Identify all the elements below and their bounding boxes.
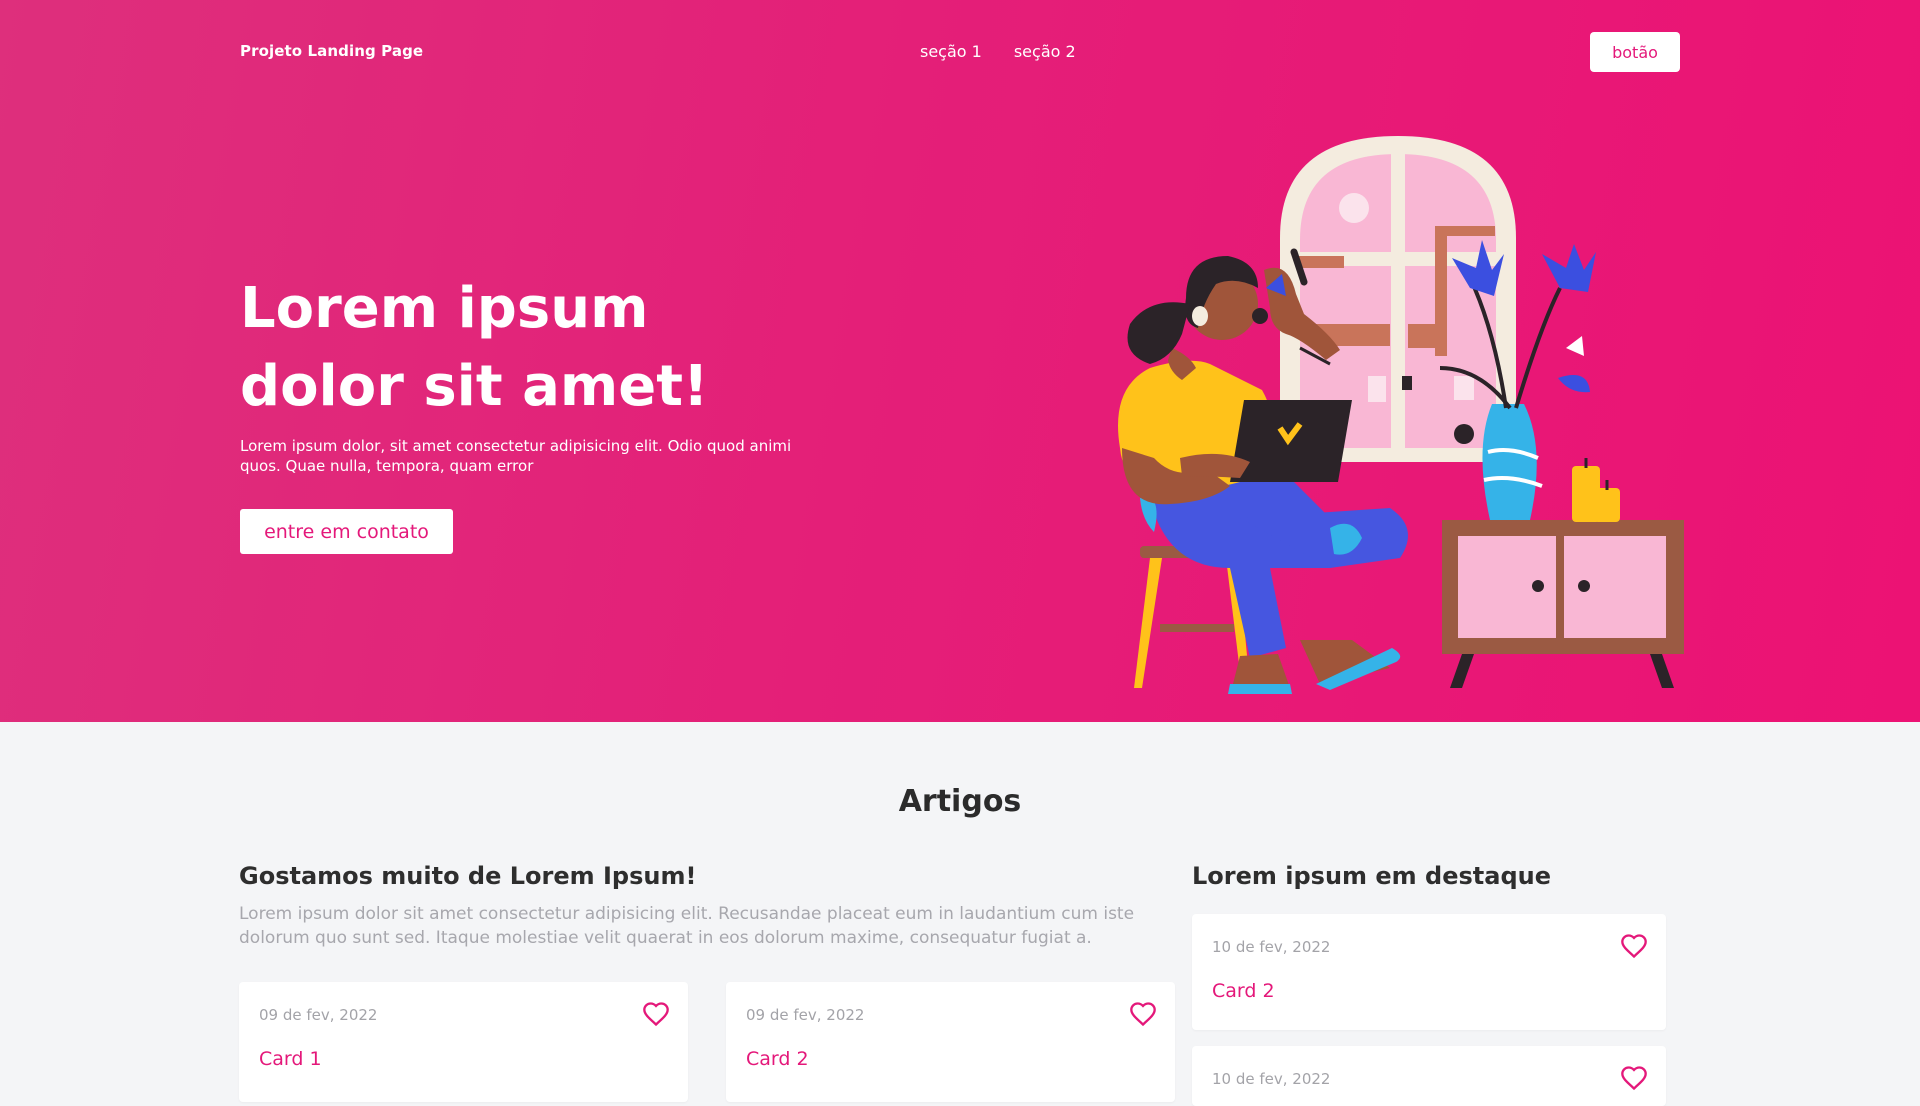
card-date: 09 de fev, 2022 [746,1006,865,1024]
main-articles-title: Gostamos muito de Lorem Ipsum! [239,862,697,890]
hero-title-line-1: Lorem ipsum [240,276,649,341]
heart-icon[interactable] [642,1000,670,1028]
card-title[interactable]: Card 1 [259,1048,322,1070]
card-title[interactable]: Card 2 [746,1048,809,1070]
contact-button[interactable]: entre em contato [240,509,453,554]
article-card-2[interactable]: 09 de fev, 2022 Card 2 [726,982,1175,1102]
nav-links: seção 1 seção 2 [920,42,1076,61]
top-nav: Projeto Landing Page seção 1 seção 2 bot… [240,32,1680,72]
candles-illustration [1572,458,1620,522]
article-card-1[interactable]: 09 de fev, 2022 Card 1 [239,982,688,1102]
hero-title: Lorem ipsum dolor sit amet! [240,270,800,426]
card-date: 09 de fev, 2022 [259,1006,378,1024]
featured-card-1[interactable]: 10 de fev, 2022 Card 2 [1192,914,1666,1030]
card-title[interactable]: Card 2 [1212,980,1275,1002]
header-button[interactable]: botão [1590,32,1680,72]
heart-icon[interactable] [1129,1000,1157,1028]
featured-title: Lorem ipsum em destaque [1192,862,1551,890]
heart-icon[interactable] [1620,932,1648,960]
hero-title-line-2: dolor sit amet! [240,354,709,419]
cabinet-illustration [1442,520,1684,688]
hero-section: Projeto Landing Page seção 1 seção 2 bot… [0,0,1920,722]
hero-subtitle: Lorem ipsum dolor, sit amet consectetur … [240,437,792,475]
nav-link-secao-1[interactable]: seção 1 [920,42,982,61]
featured-card-2[interactable]: 10 de fev, 2022 [1192,1046,1666,1106]
articles-title: Artigos [898,784,1022,819]
heart-icon[interactable] [1620,1064,1648,1092]
brand-name[interactable]: Projeto Landing Page [240,42,423,60]
main-articles-description: Lorem ipsum dolor sit amet consectetur a… [239,904,1135,948]
card-date: 10 de fev, 2022 [1212,938,1331,956]
hero-illustration [1118,136,1684,694]
card-date: 10 de fev, 2022 [1212,1070,1331,1088]
nav-link-secao-2[interactable]: seção 2 [1014,42,1076,61]
